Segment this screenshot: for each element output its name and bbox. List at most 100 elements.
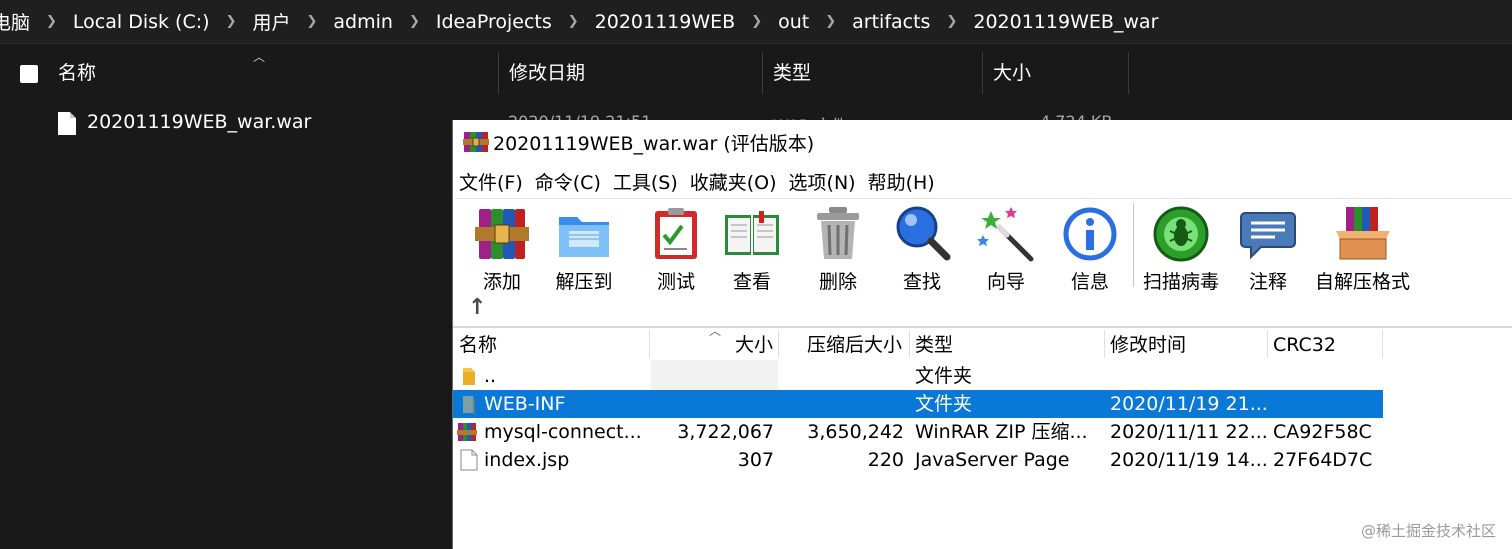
- archive-column-header: ︿ 名称 大小 压缩后大小 类型 修改时间 CRC32: [453, 324, 1512, 360]
- add-button[interactable]: 添加: [473, 199, 531, 299]
- column-divider[interactable]: [649, 330, 650, 358]
- row-size: 3,722,067: [677, 421, 774, 443]
- extract-to-button[interactable]: 解压到: [555, 199, 613, 299]
- column-packed-size[interactable]: 压缩后大小: [807, 328, 902, 360]
- row-type: WinRAR ZIP 压缩...: [915, 421, 1088, 443]
- chevron-right-icon[interactable]: ❯: [397, 14, 432, 29]
- column-type[interactable]: 类型: [915, 328, 953, 360]
- column-modified[interactable]: 修改时间: [1110, 328, 1186, 360]
- column-divider[interactable]: [1267, 330, 1268, 358]
- menu-options[interactable]: 选项(N): [783, 168, 862, 198]
- virus-scan-label: 扫描病毒: [1143, 271, 1220, 293]
- row-crc32: 27F64D7C: [1273, 449, 1373, 471]
- row-name: WEB-INF: [484, 393, 566, 415]
- virus-scan-button[interactable]: 扫描病毒: [1143, 199, 1219, 299]
- column-name[interactable]: 名称: [459, 328, 497, 360]
- breadcrumb-item[interactable]: out: [774, 11, 813, 33]
- breadcrumb-item[interactable]: 电脑: [0, 8, 34, 35]
- column-crc32[interactable]: CRC32: [1273, 328, 1336, 360]
- folder-icon: [463, 396, 475, 415]
- sort-up-icon: ︿: [253, 50, 266, 64]
- breadcrumb-item[interactable]: 20201119WEB_war: [969, 11, 1162, 33]
- view-book-icon: [725, 211, 779, 255]
- row-packed-size: 3,650,242: [807, 421, 904, 443]
- toolbar-separator: [1133, 203, 1134, 287]
- sfx-label: 自解压格式: [1315, 271, 1411, 293]
- table-row-parent[interactable]: .. 文件夹: [453, 362, 1383, 390]
- breadcrumb-item[interactable]: Local Disk (C:): [69, 11, 214, 33]
- column-size[interactable]: 大小: [735, 328, 773, 360]
- wizard-wand-icon: [977, 207, 1034, 262]
- select-all-checkbox[interactable]: [20, 65, 38, 83]
- wizard-label: 向导: [986, 271, 1025, 293]
- row-type: 文件夹: [915, 365, 973, 387]
- winrar-window[interactable]: 20201119WEB_war.war (评估版本) 文件(F) 命令(C) 工…: [452, 120, 1512, 549]
- row-type: JavaServer Page: [915, 449, 1070, 471]
- column-date-modified[interactable]: 修改日期: [499, 46, 585, 98]
- row-modified: 2020/11/11 22...: [1110, 421, 1268, 443]
- zip-archive-icon: [457, 423, 477, 441]
- menu-favorites[interactable]: 收藏夹(O): [684, 168, 783, 198]
- column-divider[interactable]: [1382, 330, 1383, 358]
- chevron-right-icon[interactable]: ❯: [934, 14, 969, 29]
- info-button[interactable]: 信息: [1061, 199, 1119, 299]
- breadcrumb-item[interactable]: admin: [329, 11, 397, 33]
- chevron-right-icon[interactable]: ❯: [34, 14, 69, 29]
- winrar-app-icon: [463, 132, 489, 152]
- chevron-right-icon[interactable]: ❯: [214, 14, 249, 29]
- menu-bar: 文件(F) 命令(C) 工具(S) 收藏夹(O) 选项(N) 帮助(H): [453, 168, 941, 198]
- row-name: ..: [484, 365, 497, 387]
- row-modified: 2020/11/19 14...: [1110, 449, 1268, 471]
- column-divider[interactable]: [1104, 330, 1105, 358]
- sfx-button[interactable]: 自解压格式: [1315, 199, 1410, 299]
- comment-button[interactable]: 注释: [1239, 199, 1297, 299]
- delete-trash-icon: [817, 207, 859, 259]
- column-divider[interactable]: [1128, 52, 1129, 94]
- breadcrumb-item[interactable]: IdeaProjects: [432, 11, 556, 33]
- table-row[interactable]: index.jsp 307 220 JavaServer Page 2020/1…: [453, 446, 1383, 474]
- column-divider[interactable]: [909, 330, 910, 358]
- breadcrumb-item[interactable]: 20201119WEB: [591, 11, 740, 33]
- chevron-right-icon[interactable]: ❯: [739, 14, 774, 29]
- column-type[interactable]: 类型: [763, 46, 811, 98]
- comment-icon: [1240, 212, 1296, 260]
- breadcrumb-item[interactable]: artifacts: [848, 11, 934, 33]
- address-bar[interactable]: 电脑 ❯ Local Disk (C:) ❯ 用户 ❯ admin ❯ Idea…: [0, 0, 1512, 44]
- up-arrow-icon[interactable]: ↑: [468, 295, 486, 320]
- menu-tools[interactable]: 工具(S): [607, 168, 684, 198]
- add-archive-icon: [475, 209, 529, 259]
- test-button[interactable]: 测试: [647, 199, 705, 299]
- find-magnifier-icon: [896, 206, 951, 261]
- wizard-button[interactable]: 向导: [977, 199, 1035, 299]
- row-packed-size: 220: [867, 449, 904, 471]
- title-bar[interactable]: 20201119WEB_war.war (评估版本): [453, 120, 1512, 164]
- watermark-text: @稀土掘金技术社区: [1360, 522, 1496, 540]
- table-row-selected[interactable]: WEB-INF 文件夹 2020/11/19 21...: [453, 390, 1383, 418]
- column-name[interactable]: 名称: [48, 46, 96, 98]
- chevron-right-icon[interactable]: ❯: [556, 14, 591, 29]
- menu-help[interactable]: 帮助(H): [862, 168, 941, 198]
- column-divider[interactable]: [778, 330, 779, 358]
- table-row[interactable]: mysql-connect... 3,722,067 3,650,242 Win…: [453, 418, 1383, 446]
- delete-button[interactable]: 删除: [809, 199, 867, 299]
- find-button[interactable]: 查找: [893, 199, 951, 299]
- view-label: 查看: [732, 271, 771, 293]
- row-name: mysql-connect...: [484, 421, 642, 443]
- info-label: 信息: [1070, 271, 1109, 293]
- chevron-right-icon[interactable]: ❯: [813, 14, 848, 29]
- add-label: 添加: [482, 271, 521, 293]
- breadcrumb-item[interactable]: 用户: [248, 8, 294, 35]
- menu-file[interactable]: 文件(F): [453, 168, 529, 198]
- explorer-column-header: ︿ 名称 修改日期 类型 大小: [0, 46, 1512, 98]
- row-size: 307: [737, 449, 774, 471]
- menu-commands[interactable]: 命令(C): [529, 168, 607, 198]
- row-crc32: CA92F58C: [1273, 421, 1372, 443]
- info-icon: [1063, 207, 1117, 261]
- virus-scan-icon: [1153, 206, 1209, 262]
- chevron-right-icon[interactable]: ❯: [294, 14, 329, 29]
- view-button[interactable]: 查看: [723, 199, 781, 299]
- row-type: 文件夹: [915, 393, 973, 415]
- file-icon: [460, 449, 478, 471]
- test-icon: [655, 208, 697, 259]
- column-size[interactable]: 大小: [983, 46, 1031, 98]
